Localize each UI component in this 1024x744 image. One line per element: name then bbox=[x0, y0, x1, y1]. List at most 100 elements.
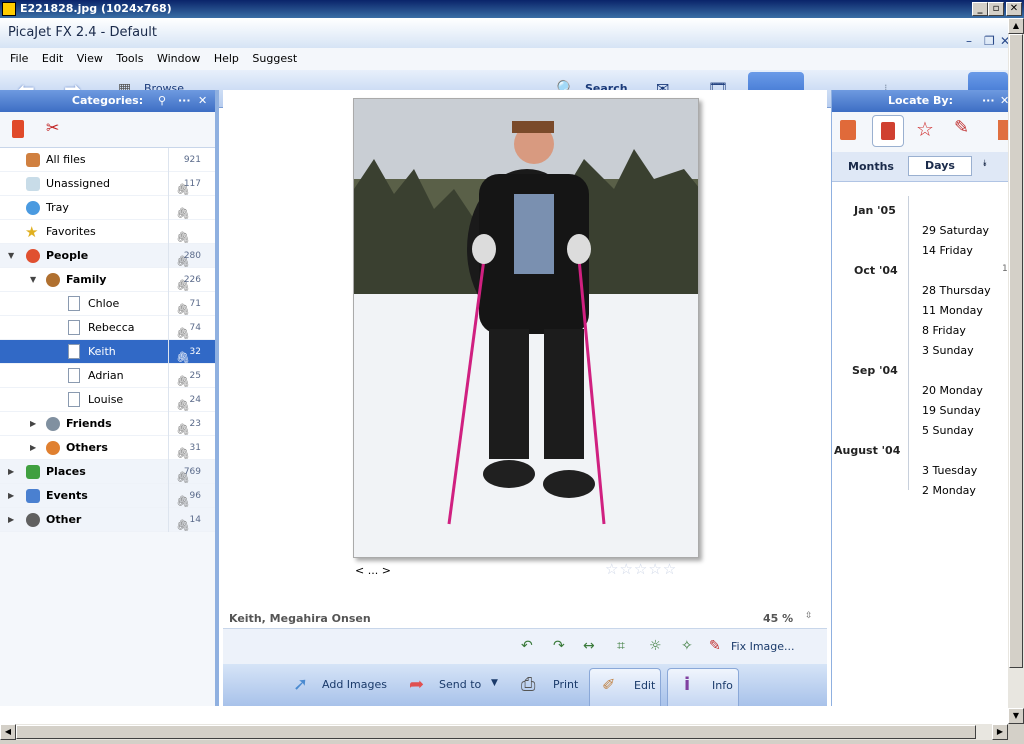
category-friends[interactable]: ▶ Friends 🖇 23 bbox=[0, 412, 215, 436]
minimize-button[interactable]: _ bbox=[972, 2, 988, 16]
send-to-button[interactable]: Send to bbox=[439, 678, 481, 691]
category-tray[interactable]: Tray 🖇 bbox=[0, 196, 215, 220]
tab-days[interactable]: Days bbox=[908, 156, 972, 176]
expand-arrow-icon[interactable]: ▶ bbox=[8, 460, 14, 484]
day-entry[interactable]: 2 Monday bbox=[922, 484, 976, 497]
zoom-spinner-icon[interactable]: ⇳ bbox=[805, 611, 813, 621]
day-entry[interactable]: 8 Friday bbox=[922, 324, 966, 337]
day-entry[interactable]: 3 Tuesday bbox=[922, 464, 977, 477]
category-family[interactable]: ▼ Family 🖇 226 bbox=[0, 268, 215, 292]
crop-icon[interactable]: ⌗ bbox=[617, 638, 625, 654]
expand-arrow-icon[interactable]: ▶ bbox=[30, 412, 36, 436]
rating-stars[interactable]: ☆☆☆☆☆ bbox=[605, 560, 677, 578]
category-others[interactable]: ▶ Others 🖇 31 bbox=[0, 436, 215, 460]
locate-tabs: Months Days ⯯ bbox=[832, 152, 1009, 182]
category-chloe[interactable]: Chloe 🖇 71 bbox=[0, 292, 215, 316]
menu-window[interactable]: Window bbox=[157, 52, 200, 65]
category-rebecca[interactable]: Rebecca 🖇 74 bbox=[0, 316, 215, 340]
day-entry[interactable]: 20 Monday bbox=[922, 384, 983, 397]
month-jan-05[interactable]: Jan '05 bbox=[854, 204, 896, 217]
photo[interactable] bbox=[353, 98, 699, 558]
expand-icon[interactable]: ⯯ bbox=[982, 159, 987, 169]
category-keith[interactable]: Keith 🖇 32 bbox=[0, 340, 215, 364]
close-button[interactable]: ✕ bbox=[1006, 2, 1022, 16]
person-icon bbox=[46, 273, 60, 287]
expand-arrow-icon[interactable]: ▶ bbox=[30, 436, 36, 460]
more-icon[interactable]: ··· bbox=[982, 90, 995, 112]
category-louise[interactable]: Louise 🖇 24 bbox=[0, 388, 215, 412]
brush-icon[interactable]: ✎ bbox=[709, 638, 721, 654]
flip-icon[interactable]: ↔ bbox=[583, 638, 595, 654]
horizontal-scrollbar[interactable]: ◀ ▶ bbox=[0, 724, 1008, 740]
delete-category-icon[interactable]: ✂ bbox=[46, 118, 59, 137]
menu-view[interactable]: View bbox=[77, 52, 103, 65]
yin-yang-icon bbox=[26, 513, 40, 527]
menu-tools[interactable]: Tools bbox=[116, 52, 143, 65]
day-entry[interactable]: 29 Saturday bbox=[922, 224, 989, 237]
categories-empty-area bbox=[0, 532, 215, 706]
collapse-arrow-icon[interactable]: ▼ bbox=[30, 268, 36, 292]
month-sep-04[interactable]: Sep '04 bbox=[852, 364, 898, 377]
search-icon[interactable]: ⚲ bbox=[158, 90, 166, 112]
category-places[interactable]: ▶ Places 🖇 769 bbox=[0, 460, 215, 484]
edit-label: Edit bbox=[634, 679, 656, 692]
magic-wand-icon[interactable]: ✧ bbox=[681, 638, 693, 654]
fix-image-button[interactable]: Fix Image... bbox=[731, 640, 795, 653]
close-panel-icon[interactable]: ✕ bbox=[198, 90, 207, 112]
categories-panel: Categories: ⚲ ··· ✕ ✂ All files 921 Unas… bbox=[0, 90, 219, 706]
book-icon[interactable] bbox=[840, 120, 856, 140]
category-all-files[interactable]: All files 921 bbox=[0, 148, 215, 172]
maximize-button[interactable]: ▫ bbox=[988, 2, 1004, 16]
more-icon[interactable]: ··· bbox=[178, 90, 191, 112]
scroll-left-icon[interactable]: ◀ bbox=[0, 724, 16, 740]
day-entry[interactable]: 3 Sunday bbox=[922, 344, 974, 357]
category-other[interactable]: ▶ Other 🖇 14 bbox=[0, 508, 215, 532]
scroll-right-icon[interactable]: ▶ bbox=[992, 724, 1008, 740]
category-events[interactable]: ▶ Events 🖇 96 bbox=[0, 484, 215, 508]
locate-header: Locate By: ··· ✕ bbox=[832, 90, 1009, 112]
overflow-mark: 1 bbox=[1002, 264, 1008, 274]
day-entry[interactable]: 28 Thursday bbox=[922, 284, 991, 297]
month-oct-04[interactable]: Oct '04 bbox=[854, 264, 898, 277]
day-entry[interactable]: 5 Sunday bbox=[922, 424, 974, 437]
print-button[interactable]: Print bbox=[553, 678, 578, 691]
menu-help[interactable]: Help bbox=[214, 52, 239, 65]
brightness-icon[interactable]: ☼ bbox=[649, 638, 662, 654]
scroll-up-icon[interactable]: ▲ bbox=[1008, 18, 1024, 34]
zoom-level[interactable]: 45 % bbox=[763, 612, 793, 625]
vertical-scrollbar[interactable]: ▲ ▼ bbox=[1008, 18, 1024, 724]
tab-months[interactable]: Months bbox=[848, 160, 894, 173]
info-icon: i bbox=[684, 674, 691, 695]
month-aug-04[interactable]: August '04 bbox=[834, 444, 900, 457]
day-entry[interactable]: 11 Monday bbox=[922, 304, 983, 317]
category-favorites[interactable]: ★ Favorites 🖇 bbox=[0, 220, 215, 244]
box-icon bbox=[26, 177, 40, 191]
category-people[interactable]: ▼ People 🖇 280 bbox=[0, 244, 215, 268]
menu-edit[interactable]: Edit bbox=[42, 52, 63, 65]
add-images-button[interactable]: Add Images bbox=[322, 678, 387, 691]
image-nav[interactable]: < ... > bbox=[355, 564, 391, 577]
rotate-right-icon[interactable]: ↷ bbox=[553, 638, 565, 654]
collapse-arrow-icon[interactable]: ▼ bbox=[8, 244, 14, 268]
pen-icon[interactable]: ✎ bbox=[954, 117, 969, 138]
day-entry[interactable]: 19 Sunday bbox=[922, 404, 981, 417]
horizontal-scroll-thumb[interactable] bbox=[16, 725, 976, 739]
category-label: Tray bbox=[46, 201, 69, 214]
category-unassigned[interactable]: Unassigned 🖇 117 bbox=[0, 172, 215, 196]
scroll-down-icon[interactable]: ▼ bbox=[1008, 708, 1024, 724]
calendar-tab[interactable] bbox=[872, 115, 904, 147]
day-entry[interactable]: 14 Friday bbox=[922, 244, 973, 257]
category-adrian[interactable]: Adrian 🖇 25 bbox=[0, 364, 215, 388]
category-count: 280 bbox=[168, 244, 215, 268]
expand-arrow-icon[interactable]: ▶ bbox=[8, 484, 14, 508]
star-outline-icon[interactable]: ☆ bbox=[916, 117, 934, 141]
edit-tab[interactable]: ✐ Edit bbox=[589, 668, 661, 706]
menu-file[interactable]: File bbox=[10, 52, 28, 65]
vertical-scroll-thumb[interactable] bbox=[1009, 34, 1023, 668]
rotate-left-icon[interactable]: ↶ bbox=[521, 638, 533, 654]
menu-suggest[interactable]: Suggest bbox=[252, 52, 297, 65]
send-to-dropdown-icon[interactable]: ▼ bbox=[491, 678, 498, 688]
info-tab[interactable]: i Info bbox=[667, 668, 739, 706]
new-category-icon[interactable] bbox=[12, 120, 24, 138]
expand-arrow-icon[interactable]: ▶ bbox=[8, 508, 14, 532]
